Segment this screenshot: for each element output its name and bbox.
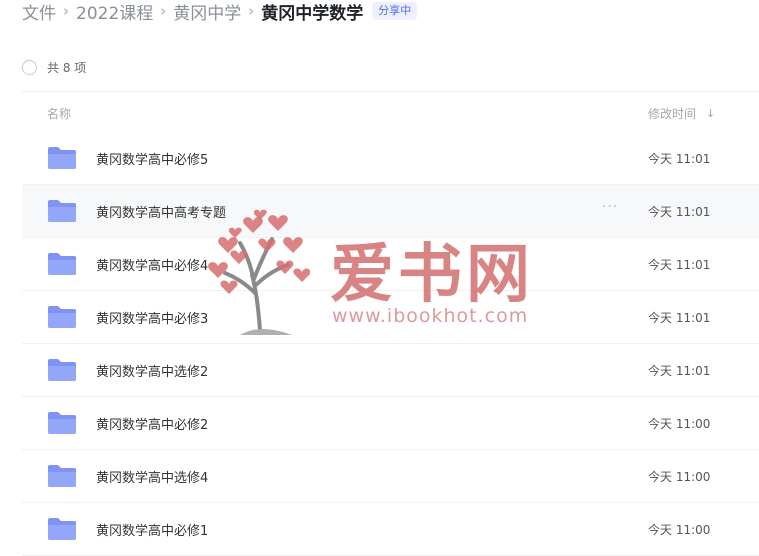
table-row[interactable]: 黄冈数学高中必修3 今天 11:01 xyxy=(22,291,759,344)
chevron-right-icon: › xyxy=(160,2,167,20)
modified-time: 今天 11:01 xyxy=(648,205,711,219)
page-title: 黄冈中学数学 xyxy=(261,3,364,24)
file-name[interactable]: 黄冈数学高中必修1 xyxy=(96,520,208,539)
table-row[interactable]: 黄冈数学高中必修5 今天 11:01 xyxy=(22,132,759,185)
table-row[interactable]: 黄冈数学高中选修4 今天 11:00 xyxy=(22,450,759,503)
breadcrumb-item-2022-courses[interactable]: 2022课程 xyxy=(76,0,153,24)
table-row[interactable]: 黄冈数学高中选修2 今天 11:01 xyxy=(22,344,759,397)
chevron-right-icon: › xyxy=(63,2,69,20)
file-name[interactable]: 黄冈数学高中选修2 xyxy=(96,361,208,380)
table-row[interactable]: 黄冈数学高中必修4 今天 11:01 xyxy=(22,238,759,291)
sort-desc-icon[interactable]: ↓ xyxy=(706,107,715,120)
table-header: 名称 修改时间 ↓ xyxy=(22,98,759,128)
folder-icon xyxy=(48,359,76,381)
more-options-icon[interactable]: ··· xyxy=(602,199,618,215)
table-row[interactable]: 黄冈数学高中高考专题 ··· 今天 11:01 xyxy=(22,185,759,238)
folder-icon xyxy=(48,465,76,487)
column-header-modified-time[interactable]: 修改时间 ↓ xyxy=(648,105,715,122)
breadcrumb: 文件 › 2022课程 › 黄冈中学 › 黄冈中学数学 分享中 xyxy=(22,0,418,24)
file-name[interactable]: 黄冈数学高中必修2 xyxy=(96,414,208,433)
divider xyxy=(22,91,759,92)
modified-time: 今天 11:00 xyxy=(648,417,711,431)
breadcrumb-item-huanggang[interactable]: 黄冈中学 xyxy=(173,0,241,24)
select-all-bar: 共 8 项 xyxy=(22,58,86,76)
modified-time: 今天 11:01 xyxy=(648,364,711,378)
chevron-right-icon: › xyxy=(248,2,255,20)
file-name[interactable]: 黄冈数学高中高考专题 xyxy=(96,202,226,221)
folder-icon xyxy=(48,253,76,275)
folder-icon xyxy=(48,518,76,540)
file-name[interactable]: 黄冈数学高中必修4 xyxy=(96,255,208,274)
breadcrumb-item-files[interactable]: 文件 xyxy=(22,0,56,24)
file-name[interactable]: 黄冈数学高中选修4 xyxy=(96,467,208,486)
folder-icon xyxy=(48,147,76,169)
modified-time: 今天 11:00 xyxy=(648,523,711,537)
table-row[interactable]: 黄冈数学高中必修1 今天 11:00 xyxy=(22,503,759,556)
sharing-badge: 分享中 xyxy=(372,2,418,20)
item-count: 共 8 项 xyxy=(47,60,87,75)
folder-icon xyxy=(48,200,76,222)
column-header-name[interactable]: 名称 xyxy=(47,105,71,122)
modified-time: 今天 11:01 xyxy=(648,152,711,166)
folder-icon xyxy=(48,306,76,328)
modified-time: 今天 11:00 xyxy=(648,470,711,484)
file-name[interactable]: 黄冈数学高中必修5 xyxy=(96,149,208,168)
folder-icon xyxy=(48,412,76,434)
file-list: 黄冈数学高中必修5 今天 11:01 黄冈数学高中高考专题 ··· 今天 11:… xyxy=(22,132,759,556)
file-name[interactable]: 黄冈数学高中必修3 xyxy=(96,308,208,327)
table-row[interactable]: 黄冈数学高中必修2 今天 11:00 xyxy=(22,397,759,450)
modified-time: 今天 11:01 xyxy=(648,311,711,325)
column-header-modified-time-label: 修改时间 xyxy=(648,107,697,121)
modified-time: 今天 11:01 xyxy=(648,258,711,272)
select-all-checkbox[interactable] xyxy=(22,59,37,75)
